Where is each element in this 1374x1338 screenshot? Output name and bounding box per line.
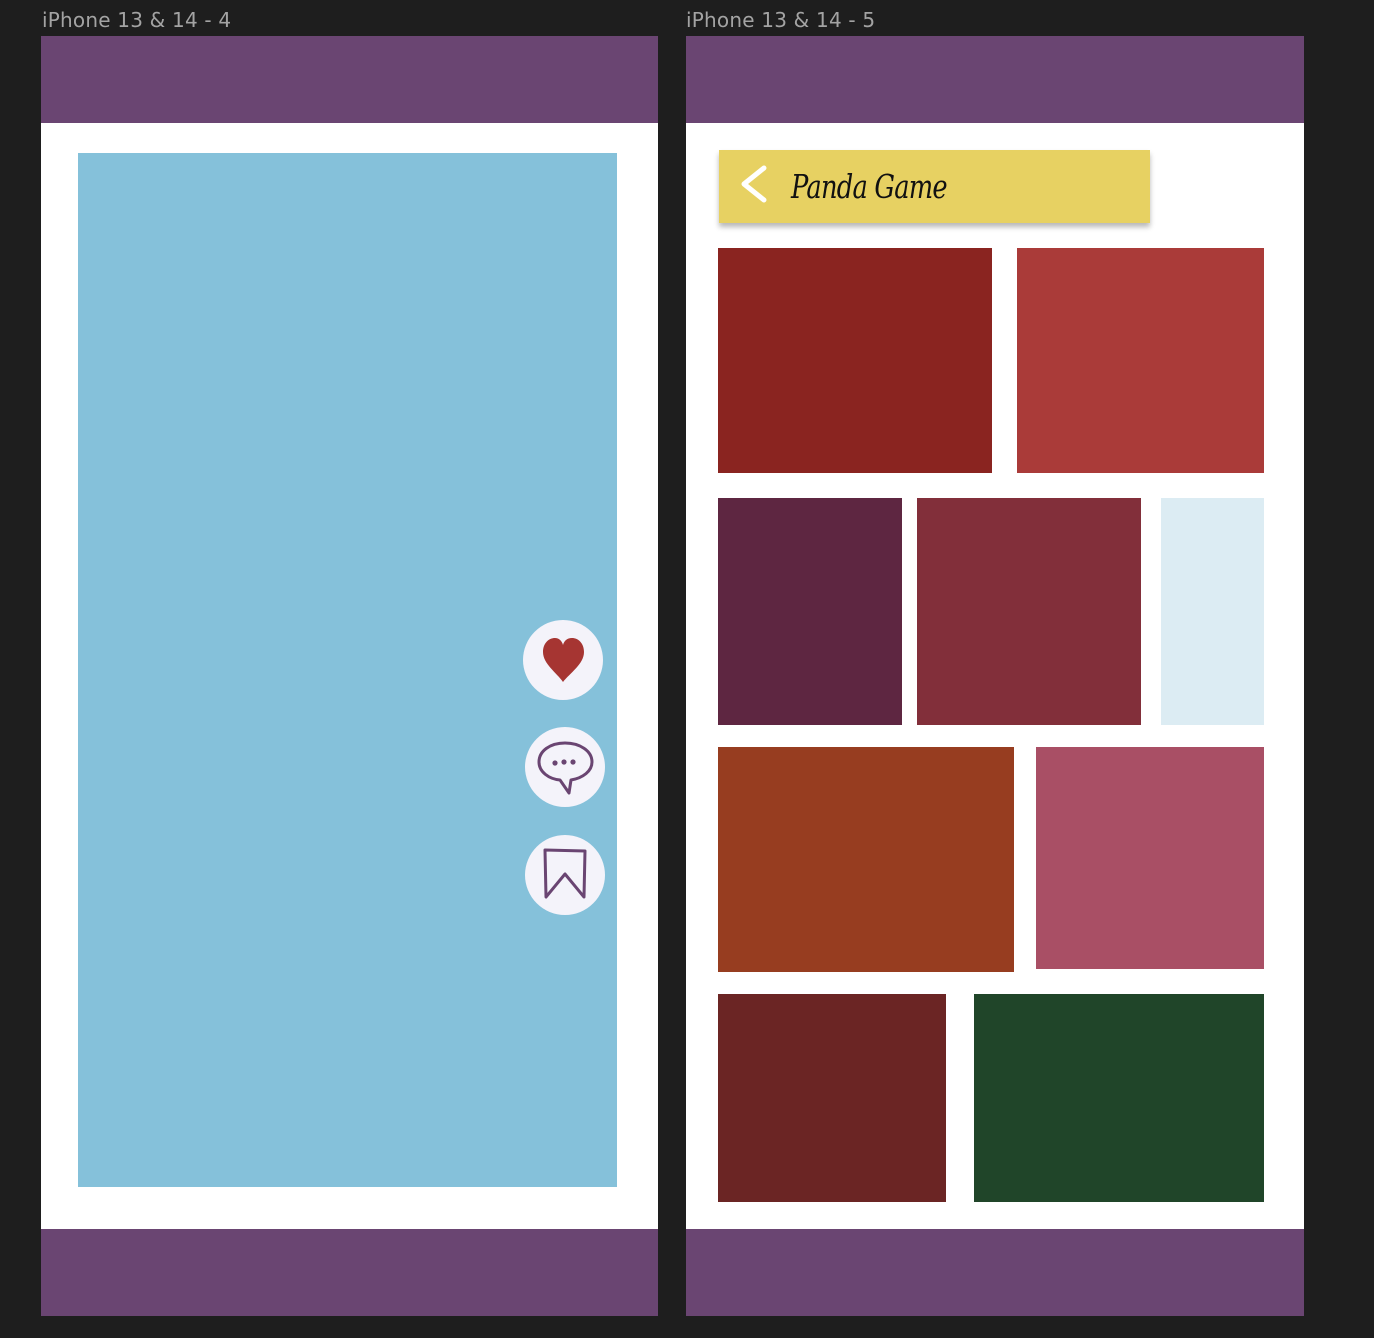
phone-frame-4 <box>41 36 658 1316</box>
bottom-bar <box>686 1229 1304 1316</box>
grid-tile[interactable] <box>718 498 902 725</box>
top-bar <box>686 36 1304 123</box>
heart-icon <box>533 628 593 693</box>
chevron-left-icon <box>734 162 772 211</box>
speech-bubble-icon <box>532 735 598 800</box>
bookmark-icon <box>535 843 595 908</box>
bottom-bar <box>41 1229 658 1316</box>
title-bar: Panda Game <box>719 150 1150 223</box>
like-button[interactable] <box>523 620 603 700</box>
grid-tile[interactable] <box>718 747 1014 972</box>
page-title: Panda Game <box>791 167 948 206</box>
grid-tile[interactable] <box>1017 248 1264 473</box>
grid-tile[interactable] <box>718 994 946 1202</box>
grid-tile[interactable] <box>974 994 1264 1202</box>
grid-tile[interactable] <box>1036 747 1264 969</box>
frame-label-4: iPhone 13 & 14 - 4 <box>42 8 232 32</box>
comment-button[interactable] <box>525 727 605 807</box>
grid-tile[interactable] <box>1161 498 1264 725</box>
frame-label-5: iPhone 13 & 14 - 5 <box>686 8 876 32</box>
phone-frame-5: Panda Game <box>686 36 1304 1316</box>
back-button[interactable] <box>725 150 781 223</box>
grid-tile[interactable] <box>718 248 992 473</box>
top-bar <box>41 36 658 123</box>
grid-tile[interactable] <box>917 498 1141 725</box>
bookmark-button[interactable] <box>525 835 605 915</box>
